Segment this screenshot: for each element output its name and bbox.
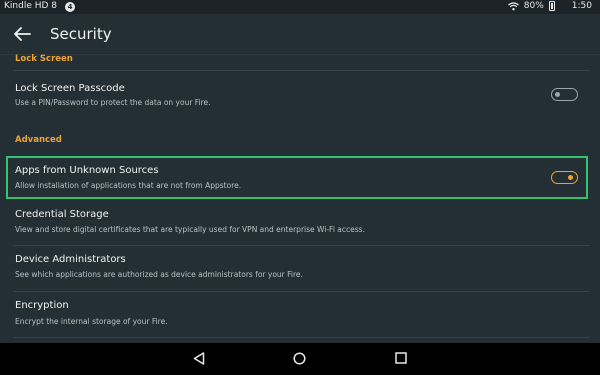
setting-title: Device Administrators: [15, 254, 126, 265]
section-header-lock-screen: Lock Screen: [15, 54, 73, 64]
setting-device-administrators[interactable]: Device Administrators See which applicat…: [0, 246, 600, 291]
app-bar: Security: [0, 14, 600, 55]
page-title: Security: [50, 25, 112, 43]
notification-badge: 4: [65, 2, 75, 12]
battery-percent: 80%: [523, 1, 544, 11]
recents-square-icon[interactable]: [395, 352, 407, 364]
setting-title: Credential Storage: [15, 209, 109, 220]
setting-description: Use a PIN/Password to protect the data o…: [15, 98, 211, 107]
settings-list: Lock Screen Lock Screen Passcode Use a P…: [0, 54, 600, 343]
toggle-knob: [555, 91, 560, 97]
setting-lock-screen-passcode[interactable]: Lock Screen Passcode Use a PIN/Password …: [0, 74, 600, 112]
battery-icon: [548, 1, 555, 11]
divider: [13, 337, 590, 338]
divider: [13, 70, 590, 71]
setting-title: Lock Screen Passcode: [15, 83, 125, 94]
clock: 1:50: [571, 1, 592, 11]
navigation-bar: [0, 343, 600, 375]
section-header-advanced: Advanced: [15, 135, 62, 145]
arrow-left-icon[interactable]: [13, 26, 31, 42]
lock-passcode-toggle[interactable]: [551, 88, 578, 101]
status-bar: Kindle HD 8 4 80% 1:50: [0, 0, 600, 14]
status-icons: 80% 1:50: [507, 1, 592, 11]
setting-encryption[interactable]: Encryption Encrypt the internal storage …: [0, 292, 600, 337]
setting-description: See which applications are authorized as…: [15, 270, 303, 279]
highlight-box: [6, 156, 588, 199]
setting-description: Encrypt the internal storage of your Fir…: [15, 317, 168, 326]
setting-title: Encryption: [15, 300, 69, 311]
device-name: Kindle HD 8: [4, 1, 58, 11]
setting-credential-storage[interactable]: Credential Storage View and store digita…: [0, 202, 600, 246]
wifi-icon: [507, 1, 519, 10]
setting-description: View and store digital certificates that…: [15, 225, 365, 234]
home-circle-icon[interactable]: [293, 352, 306, 365]
back-triangle-icon[interactable]: [193, 352, 205, 365]
